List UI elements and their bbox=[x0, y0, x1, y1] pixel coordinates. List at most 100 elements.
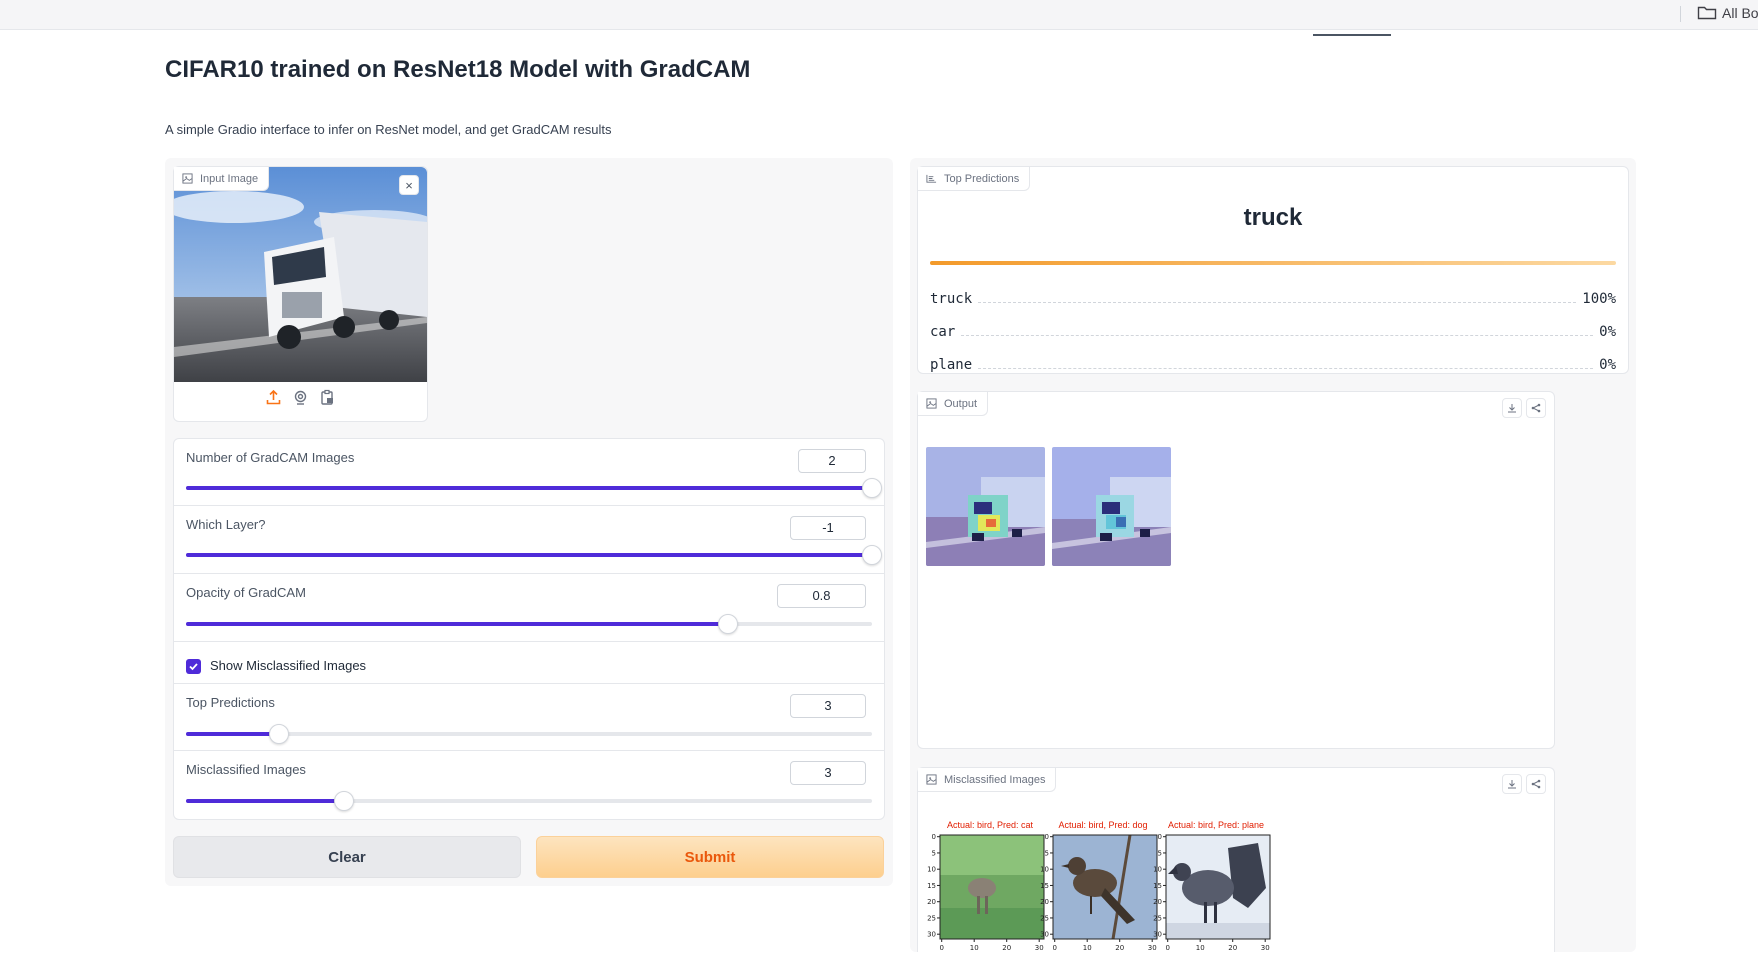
webcam-icon[interactable] bbox=[292, 389, 309, 406]
prediction-row: plane 0% bbox=[930, 357, 1616, 373]
input-image-preview bbox=[174, 167, 427, 382]
download-icon[interactable] bbox=[1502, 774, 1522, 794]
slider-fill bbox=[186, 732, 279, 736]
share-icon[interactable] bbox=[1526, 774, 1546, 794]
page-description: A simple Gradio interface to infer on Re… bbox=[165, 122, 612, 137]
top-predictions-input[interactable]: 3 bbox=[790, 694, 866, 718]
output-gallery-label: Output bbox=[918, 392, 989, 416]
misclassified-images-label: Misclassified Images bbox=[186, 762, 306, 777]
all-bookmarks-link[interactable]: All Bo bbox=[1722, 5, 1758, 21]
opacity-slider[interactable] bbox=[186, 614, 872, 634]
y-tick-label: 5 bbox=[1158, 849, 1162, 857]
opacity-row: Opacity of GradCAM 0.8 bbox=[174, 574, 884, 642]
clear-image-button[interactable]: × bbox=[399, 175, 419, 195]
y-tick-label: 0 bbox=[1158, 833, 1162, 841]
leader-dots bbox=[978, 302, 1577, 303]
share-icon[interactable] bbox=[1526, 398, 1546, 418]
show-misclassified-label[interactable]: Show Misclassified Images bbox=[210, 658, 366, 673]
slider-fill bbox=[186, 799, 344, 803]
toolbar-separator bbox=[1680, 6, 1681, 22]
misclassified-gallery-label: Misclassified Images bbox=[918, 768, 1057, 792]
slider-thumb[interactable] bbox=[268, 724, 289, 744]
misclassified-plot: 0510152025300 10 20 30 bbox=[927, 833, 1045, 952]
gradcam-images-input[interactable]: 2 bbox=[798, 449, 866, 473]
folder-icon[interactable] bbox=[1697, 4, 1717, 20]
y-tick-label: 5 bbox=[1045, 849, 1049, 857]
prediction-class: truck bbox=[930, 291, 973, 307]
leader-dots bbox=[978, 368, 1594, 369]
gradcam-output-image[interactable] bbox=[1052, 447, 1171, 566]
misclassified-gallery: Misclassified Images Actual: bird, Pred:… bbox=[917, 767, 1555, 952]
y-tick-label: 15 bbox=[1153, 882, 1162, 890]
prediction-confidence: 0% bbox=[1599, 324, 1616, 340]
upload-icon[interactable] bbox=[265, 389, 282, 406]
x-tick-label: 20 bbox=[1115, 944, 1124, 952]
opacity-label: Opacity of GradCAM bbox=[186, 585, 306, 600]
y-tick-label: 10 bbox=[1153, 866, 1162, 874]
y-tick-label: 25 bbox=[1040, 914, 1049, 922]
misclassified-image-item[interactable]: Actual: bird, Pred: dog 0 5 10 15 20 25 30 0 10 2… bbox=[1035, 820, 1161, 953]
x-tick-label: 0 bbox=[1165, 944, 1169, 952]
slider-thumb[interactable] bbox=[333, 791, 354, 811]
x-tick-label: 0 bbox=[1052, 944, 1056, 952]
slider-thumb[interactable] bbox=[862, 545, 882, 565]
y-tick-label: 25 bbox=[1153, 914, 1162, 922]
output-gallery-actions bbox=[1502, 398, 1546, 418]
label-icon bbox=[926, 174, 937, 183]
opacity-input[interactable]: 0.8 bbox=[777, 584, 866, 608]
layer-label: Which Layer? bbox=[186, 517, 266, 532]
top-predictions-slider[interactable] bbox=[186, 724, 872, 744]
show-misclassified-row: Show Misclassified Images bbox=[174, 642, 884, 684]
leader-dots bbox=[961, 335, 1594, 336]
image-source-options bbox=[174, 389, 427, 406]
y-tick-label: 25 bbox=[927, 914, 936, 922]
clear-button[interactable]: Clear bbox=[173, 836, 521, 878]
prediction-class: plane bbox=[930, 357, 973, 373]
gradcam-images-row: Number of GradCAM Images 2 bbox=[174, 439, 884, 506]
download-icon[interactable] bbox=[1502, 398, 1522, 418]
misclassified-images-input[interactable]: 3 bbox=[790, 761, 866, 785]
show-misclassified-checkbox[interactable] bbox=[186, 659, 201, 674]
y-tick-label: 15 bbox=[1040, 882, 1049, 890]
misclassified-plot: 0510152025300 10 20 30 bbox=[1040, 833, 1158, 952]
slider-thumb[interactable] bbox=[717, 614, 738, 634]
predicted-class: truck bbox=[1243, 204, 1303, 231]
misclassified-image-item[interactable]: Actual: bird, Pred: plane 0 5 10 15 20 25 30 0 1… bbox=[1148, 820, 1274, 953]
layer-slider[interactable] bbox=[186, 545, 882, 565]
y-tick-label: 0 bbox=[1045, 833, 1049, 841]
confidence-bar bbox=[930, 261, 1616, 265]
misclassified-gallery-actions bbox=[1502, 774, 1546, 794]
x-tick-label: 20 bbox=[1228, 944, 1237, 952]
x-tick-label: 0 bbox=[939, 944, 943, 952]
misclassified-images-slider[interactable] bbox=[186, 791, 872, 811]
y-tick-label: 30 bbox=[927, 931, 936, 939]
gradcam-images-slider[interactable] bbox=[186, 478, 882, 498]
gradcam-output-image[interactable] bbox=[926, 447, 1045, 566]
submit-button[interactable]: Submit bbox=[536, 836, 884, 878]
slider-thumb[interactable] bbox=[862, 478, 882, 498]
input-image-block[interactable]: Input Image × bbox=[173, 166, 428, 422]
y-tick-label: 10 bbox=[1040, 866, 1049, 874]
slider-fill bbox=[186, 486, 872, 490]
top-predictions-label: Top Predictions bbox=[186, 695, 275, 710]
y-tick-label: 15 bbox=[927, 882, 936, 890]
y-tick-label: 30 bbox=[1153, 931, 1162, 939]
image-icon bbox=[926, 398, 937, 409]
clipboard-icon[interactable] bbox=[319, 389, 336, 406]
image-icon bbox=[182, 173, 193, 184]
y-tick-label: 20 bbox=[927, 898, 936, 906]
output-gallery: Output bbox=[917, 391, 1555, 749]
prediction-class: car bbox=[930, 324, 956, 340]
layer-input[interactable]: -1 bbox=[790, 516, 866, 540]
top-predictions-row: Top Predictions 3 bbox=[174, 684, 884, 751]
slider-fill bbox=[186, 622, 728, 626]
x-tick-label: 10 bbox=[1196, 944, 1205, 952]
y-tick-label: 5 bbox=[932, 849, 936, 857]
misclassified-gallery-label-text: Misclassified Images bbox=[944, 773, 1046, 786]
misclassified-image-item[interactable]: Actual: bird, Pred: cat 0 5 10 15 20 25 30 0 10 2… bbox=[922, 820, 1048, 953]
misclassified-images-row: Misclassified Images 3 bbox=[174, 751, 884, 819]
y-tick-label: 0 bbox=[932, 833, 936, 841]
active-tab-indicator bbox=[1313, 34, 1391, 36]
y-tick-label: 20 bbox=[1040, 898, 1049, 906]
top-predictions-block-label-text: Top Predictions bbox=[944, 172, 1020, 185]
